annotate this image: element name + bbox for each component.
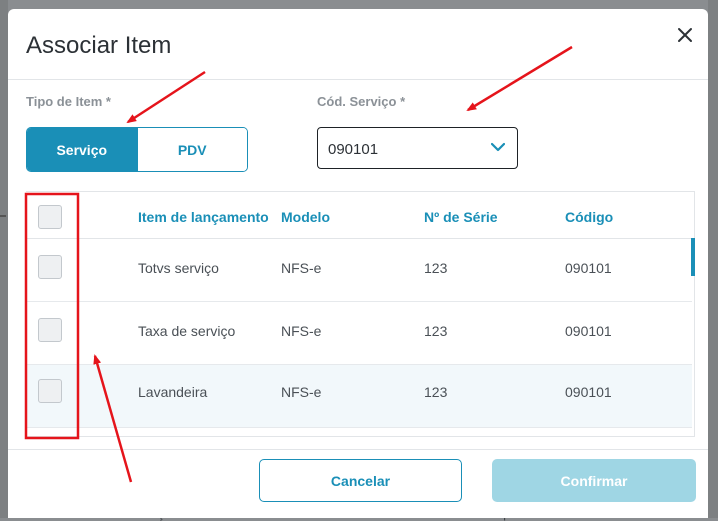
tipo-item-servico-option[interactable]: Serviço xyxy=(27,128,137,171)
close-icon xyxy=(678,28,692,42)
cell-serie: 123 xyxy=(424,323,448,339)
cancel-button[interactable]: Cancelar xyxy=(259,459,462,502)
cod-servico-select[interactable]: 090101 xyxy=(317,127,518,169)
cell-item: Totvs serviço xyxy=(138,260,219,276)
cell-serie: 123 xyxy=(424,384,448,400)
cell-codigo: 090101 xyxy=(565,323,612,339)
chevron-down-icon xyxy=(491,142,505,152)
modal-title: Associar Item xyxy=(26,32,172,59)
cell-modelo: NFS-e xyxy=(281,384,322,400)
items-table: Item de lançamento Modelo Nº de Série Có… xyxy=(26,191,695,437)
cell-item: Lavandeira xyxy=(138,384,208,400)
cod-servico-value: 090101 xyxy=(328,141,379,158)
table-header: Item de lançamento Modelo Nº de Série Có… xyxy=(26,192,694,239)
row-checkbox[interactable] xyxy=(38,318,62,342)
column-header-codigo[interactable]: Código xyxy=(565,209,613,225)
associar-item-modal: Associar Item Tipo de Item * Serviço PDV… xyxy=(8,9,708,518)
row-checkbox[interactable] xyxy=(38,255,62,279)
tipo-item-pdv-option[interactable]: PDV xyxy=(136,128,247,171)
select-all-checkbox[interactable] xyxy=(38,205,62,229)
column-header-item[interactable]: Item de lançamento xyxy=(138,209,269,225)
tipo-item-label: Tipo de Item * xyxy=(26,94,111,109)
background-mark xyxy=(0,215,6,227)
cell-codigo: 090101 xyxy=(565,260,612,276)
row-checkbox[interactable] xyxy=(38,379,62,403)
header-divider xyxy=(8,79,708,80)
table-scrollbar[interactable] xyxy=(691,238,695,276)
cell-modelo: NFS-e xyxy=(281,323,322,339)
table-row[interactable]: Taxa de serviço NFS-e 123 090101 xyxy=(26,302,692,365)
cell-modelo: NFS-e xyxy=(281,260,322,276)
cell-serie: 123 xyxy=(424,260,448,276)
column-header-modelo[interactable]: Modelo xyxy=(281,209,330,225)
cell-item: Taxa de serviço xyxy=(138,323,236,339)
column-header-serie[interactable]: Nº de Série xyxy=(424,209,498,225)
confirm-button: Confirmar xyxy=(492,459,696,502)
table-row[interactable]: Lavandeira NFS-e 123 090101 xyxy=(26,365,692,428)
cell-codigo: 090101 xyxy=(565,384,612,400)
background-page-left xyxy=(0,0,8,518)
background-page-right xyxy=(708,0,718,518)
tipo-item-toggle: Serviço PDV xyxy=(26,127,248,172)
footer-divider xyxy=(8,449,708,450)
cod-servico-label: Cód. Serviço * xyxy=(317,94,406,109)
close-button[interactable] xyxy=(673,23,697,47)
table-row[interactable]: Totvs serviço NFS-e 123 090101 xyxy=(26,239,692,302)
